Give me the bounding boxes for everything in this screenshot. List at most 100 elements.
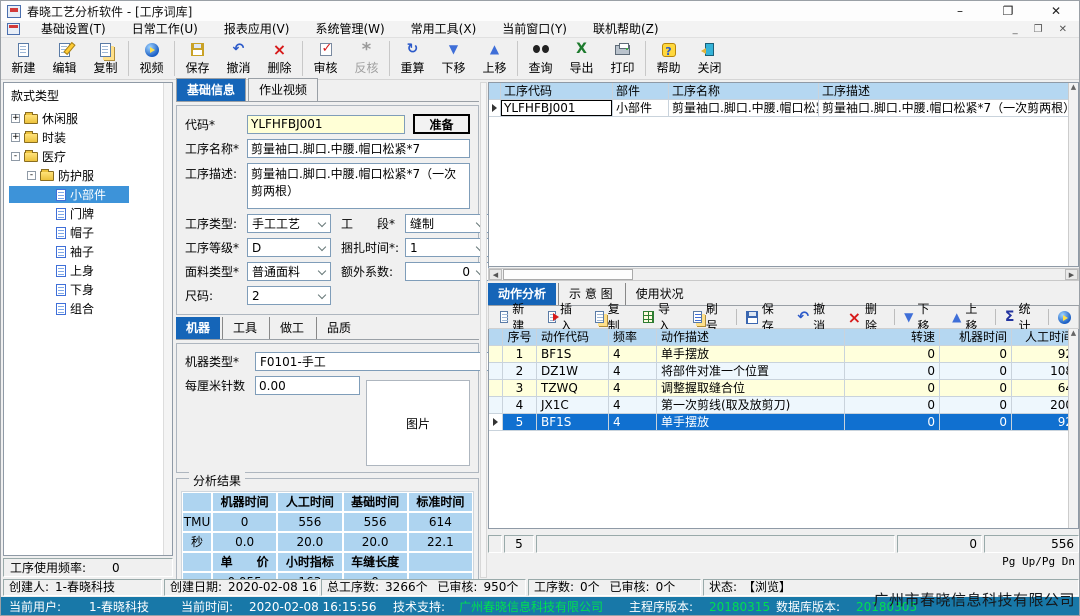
tree-item-hat[interactable]: 帽子 <box>9 224 172 241</box>
new-button[interactable]: 新建 <box>3 38 44 79</box>
action-undo-button[interactable]: ↶撤消 <box>790 307 840 327</box>
delete-button[interactable]: ×删除 <box>259 38 300 79</box>
hscroll-thumb[interactable] <box>503 269 633 280</box>
frequency-header[interactable]: 频率 <box>609 329 657 346</box>
process-name-header[interactable]: 工序名称 <box>669 83 819 100</box>
picture-box[interactable]: 图片 <box>366 380 470 466</box>
stage-select[interactable]: 缝制 <box>405 214 489 233</box>
process-name-input[interactable] <box>247 139 470 158</box>
tab-work-video[interactable]: 作业视频 <box>248 78 318 101</box>
fabric-type-select[interactable]: 普通面料 <box>247 262 331 281</box>
edit-button[interactable]: 编辑 <box>44 38 85 79</box>
menu-item-reports[interactable]: 报表应用(V) <box>211 21 303 38</box>
extra-factor-select[interactable]: 0 <box>405 262 489 281</box>
tab-machine[interactable]: 机器 <box>176 317 220 339</box>
tree-item-medical[interactable]: -医疗 <box>9 148 172 165</box>
size-select[interactable]: 2 <box>247 286 331 305</box>
menu-item-basic-settings[interactable]: 基础设置(T) <box>28 21 119 38</box>
process-desc-textarea[interactable]: 剪量袖口.脚口.中腰.帽口松紧*7（一次剪两根） <box>247 163 470 209</box>
close-window-button[interactable]: 关闭 <box>689 38 730 79</box>
restore-button[interactable]: ❐ <box>1001 4 1015 18</box>
tree-item-sleeve[interactable]: 袖子 <box>9 243 172 260</box>
action-stats-button[interactable]: Σ统计 <box>998 307 1046 327</box>
speed-header[interactable]: 转速 <box>845 329 940 346</box>
process-code-header[interactable]: 工序代码 <box>501 83 613 100</box>
action-new-button[interactable]: 新建 <box>493 307 541 327</box>
tree-item-casual[interactable]: +休闲服 <box>9 110 172 127</box>
action-delete-button[interactable]: ×删除 <box>841 307 893 327</box>
move-up-button[interactable]: ▲上移 <box>474 38 515 79</box>
tree-item-small-parts[interactable]: 小部件 <box>9 186 129 203</box>
collapse-icon[interactable]: - <box>27 171 36 180</box>
tab-quality[interactable]: 品质 <box>316 317 361 339</box>
undo-button[interactable]: ↶撤消 <box>218 38 259 79</box>
child-window-icon[interactable] <box>7 23 20 35</box>
process-table-hscrollbar[interactable]: ◀ ▶ <box>488 268 1079 281</box>
action-table-row[interactable]: 2 DZ1W 4 将部件对准一个位置 0 0 108 <box>489 363 1078 380</box>
stitch-density-input[interactable] <box>255 376 360 395</box>
scroll-right-icon[interactable]: ▶ <box>1065 269 1078 280</box>
process-table-scrollbar[interactable]: ▲ <box>1068 83 1078 266</box>
tab-basic-info[interactable]: 基础信息 <box>176 78 246 101</box>
process-desc-header[interactable]: 工序描述 <box>819 83 1078 100</box>
print-button[interactable]: 打印 <box>602 38 643 79</box>
recalc-button[interactable]: ↻重算 <box>392 38 433 79</box>
tree-scrollbar[interactable] <box>163 83 172 555</box>
search-button[interactable]: 查询 <box>520 38 561 79</box>
video-button[interactable]: 视频 <box>131 38 172 79</box>
tree-item-combined[interactable]: 组合 <box>9 300 172 317</box>
child-restore-button[interactable]: ❐ <box>1034 24 1043 35</box>
code-input[interactable] <box>247 115 405 134</box>
tree-item-lower-body[interactable]: 下身 <box>9 281 172 298</box>
process-type-select[interactable]: 手工工艺 <box>247 214 331 233</box>
process-table-row[interactable]: YLFHFBJ001 小部件 剪量袖口.脚口.中腰.帽口松紧*7 剪量袖口.脚口… <box>489 100 1078 117</box>
action-desc-header[interactable]: 动作描述 <box>657 329 845 346</box>
menu-item-system[interactable]: 系统管理(W) <box>302 21 397 38</box>
tree-item-protective[interactable]: -防护服 <box>9 167 172 184</box>
tab-tools[interactable]: 工具 <box>222 317 267 339</box>
middle-scrollbar[interactable] <box>480 82 487 578</box>
audit-button[interactable]: ✓审核 <box>305 38 346 79</box>
tab-workmanship[interactable]: 做工 <box>269 317 314 339</box>
part-header[interactable]: 部件 <box>613 83 669 100</box>
action-save-button[interactable]: 保存 <box>739 307 790 327</box>
tree-item-fashion[interactable]: +时装 <box>9 129 172 146</box>
action-move-up-button[interactable]: ▲上移 <box>945 307 993 327</box>
action-renumber-button[interactable]: 刷号 <box>686 307 734 327</box>
action-table-scrollbar[interactable]: ▲ <box>1068 329 1078 528</box>
action-insert-button[interactable]: 插入 <box>541 307 589 327</box>
menu-item-tools[interactable]: 常用工具(X) <box>398 21 490 38</box>
bundle-time-select[interactable]: 1 <box>405 238 489 257</box>
help-button[interactable]: ?帮助 <box>648 38 689 79</box>
scroll-left-icon[interactable]: ◀ <box>489 269 502 280</box>
action-move-down-button[interactable]: ▼下移 <box>897 307 945 327</box>
expand-icon[interactable]: + <box>11 133 20 142</box>
collapse-icon[interactable]: - <box>11 152 20 161</box>
action-table-row-selected[interactable]: 5 BF1S 4 单手摆放 0 0 92 <box>489 414 1078 431</box>
action-play-button[interactable] <box>1051 307 1078 327</box>
action-table-row[interactable]: 1 BF1S 4 单手摆放 0 0 92 <box>489 346 1078 363</box>
machine-time-header[interactable]: 机器时间 <box>940 329 1012 346</box>
expand-icon[interactable]: + <box>11 114 20 123</box>
menu-item-daily-work[interactable]: 日常工作(U) <box>119 21 211 38</box>
prepare-button[interactable]: 准备 <box>413 114 470 134</box>
action-code-header[interactable]: 动作代码 <box>537 329 609 346</box>
save-button[interactable]: 保存 <box>177 38 218 79</box>
seq-header[interactable]: 序号 <box>503 329 537 346</box>
minimize-button[interactable]: – <box>953 4 967 18</box>
action-table-row[interactable]: 3 TZWQ 4 调整握取缝合位 0 0 64 <box>489 380 1078 397</box>
child-minimize-button[interactable]: _ <box>1013 24 1018 35</box>
tree-item-door-plate[interactable]: 门牌 <box>9 205 172 222</box>
export-button[interactable]: X导出 <box>561 38 602 79</box>
action-copy-button[interactable]: 复制 <box>588 307 636 327</box>
menu-item-current-window[interactable]: 当前窗口(Y) <box>489 21 580 38</box>
tree-item-upper-body[interactable]: 上身 <box>9 262 172 279</box>
move-down-button[interactable]: ▼下移 <box>433 38 474 79</box>
child-close-button[interactable]: ✕ <box>1059 24 1067 35</box>
action-table-row[interactable]: 4 JX1C 4 第一次剪线(取及放剪刀) 0 0 200 <box>489 397 1078 414</box>
menu-item-help[interactable]: 联机帮助(Z) <box>580 21 672 38</box>
grade-select[interactable]: D <box>247 238 331 257</box>
copy-button[interactable]: 复制 <box>85 38 126 79</box>
close-button[interactable]: ✕ <box>1049 4 1063 18</box>
action-import-button[interactable]: 导入 <box>636 307 686 327</box>
